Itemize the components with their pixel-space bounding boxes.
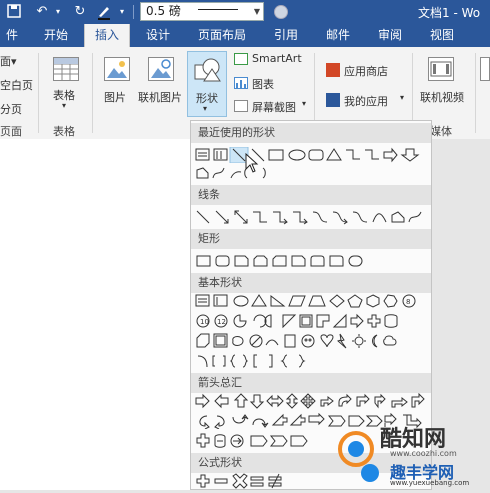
- ribbon-tabs: 件 开始 插入 设计 页面布局 引用 邮件 审阅 视图: [0, 24, 490, 48]
- tables-group-label: 表格: [53, 125, 75, 138]
- my-apps-icon: [326, 93, 340, 107]
- chevron-down-icon[interactable]: ▾: [62, 101, 66, 110]
- section-recent-shapes: 最近使用的形状: [191, 123, 431, 143]
- line-weight-select[interactable]: 0.5 磅 ▼: [140, 2, 264, 21]
- svg-text:10: 10: [200, 318, 209, 326]
- tab-view[interactable]: 视图: [422, 24, 462, 47]
- media-group-label: 媒体: [430, 125, 452, 138]
- chart-button[interactable]: 图表: [252, 76, 274, 92]
- blank-page-button[interactable]: 空白页: [0, 77, 33, 93]
- screenshot-icon: [234, 100, 248, 112]
- section-rectangles: 矩形: [191, 229, 431, 249]
- chevron-down-icon: ▼: [253, 7, 260, 16]
- toolbar-separator: [133, 5, 134, 19]
- my-apps-button[interactable]: 我的应用: [344, 93, 388, 109]
- tab-file[interactable]: 件: [0, 24, 24, 47]
- rectangles-row[interactable]: [195, 253, 395, 269]
- tab-design[interactable]: 设计: [138, 24, 178, 47]
- title-bar: ↶ ▾ ↻ ▾ 0.5 磅 ▼ 文档1 - Wo: [0, 0, 490, 24]
- section-lines: 线条: [191, 185, 431, 205]
- shapes-icon: [194, 58, 221, 82]
- tab-home[interactable]: 开始: [38, 24, 74, 47]
- smartart-icon: [234, 53, 248, 65]
- table-icon: [53, 57, 79, 81]
- basic-shapes-row[interactable]: 8: [195, 293, 427, 309]
- save-icon[interactable]: [6, 4, 22, 20]
- watermark-url: www.coozhi.com: [390, 449, 457, 458]
- cover-page-button[interactable]: 面▾: [0, 53, 17, 69]
- pages-group-label: 页面: [0, 125, 22, 138]
- online-picture-button[interactable]: 联机图片: [138, 89, 182, 105]
- basic-shapes-row[interactable]: [195, 333, 427, 349]
- store-button[interactable]: 应用商店: [344, 63, 388, 79]
- block-arrows-row[interactable]: [195, 393, 427, 409]
- online-picture-icon: [148, 57, 174, 81]
- tab-layout[interactable]: 页面布局: [192, 24, 252, 47]
- mouse-cursor-icon: [245, 153, 259, 173]
- screenshot-button[interactable]: 屏幕截图: [252, 99, 296, 115]
- basic-shapes-row[interactable]: [195, 353, 395, 369]
- page-break-button[interactable]: 分页: [0, 101, 22, 117]
- circle-icon[interactable]: [274, 5, 288, 19]
- section-block-arrows: 箭头总汇: [191, 373, 431, 393]
- undo-dropdown-icon[interactable]: ▾: [50, 4, 66, 20]
- chevron-down-icon: ▾: [203, 104, 208, 113]
- video-icon: [428, 57, 454, 81]
- pen-dropdown-icon[interactable]: ▾: [114, 4, 130, 20]
- lines-row[interactable]: [195, 209, 427, 225]
- svg-text:8: 8: [406, 298, 410, 306]
- pen-color-icon[interactable]: [96, 4, 112, 20]
- picture-icon: [104, 57, 130, 81]
- tab-references[interactable]: 引用: [266, 24, 306, 47]
- link-icon: [480, 57, 490, 81]
- tab-mailings[interactable]: 邮件: [318, 24, 358, 47]
- group-divider: [38, 53, 39, 133]
- chart-icon: [234, 77, 248, 89]
- watermark-sub-url: www.yuexuebang.com: [390, 479, 470, 487]
- online-video-button[interactable]: 联机视频: [420, 89, 464, 105]
- shapes-button[interactable]: 形状 ▾: [187, 51, 227, 117]
- svg-text:12: 12: [217, 318, 226, 326]
- basic-shapes-row[interactable]: 10 12: [195, 313, 427, 329]
- tab-insert[interactable]: 插入: [84, 24, 130, 48]
- line-weight-value: 0.5 磅: [146, 4, 181, 18]
- redo-icon[interactable]: ↻: [72, 4, 88, 20]
- document-page[interactable]: [0, 139, 190, 490]
- picture-button[interactable]: 图片: [104, 89, 126, 105]
- window-title: 文档1 - Wo: [418, 6, 481, 20]
- smartart-button[interactable]: SmartArt: [252, 52, 302, 65]
- group-divider: [475, 53, 476, 133]
- line-swatch: [198, 9, 238, 10]
- chevron-down-icon[interactable]: ▾: [302, 99, 306, 108]
- undo-icon[interactable]: ↶: [34, 4, 50, 20]
- section-basic-shapes: 基本形状: [191, 273, 431, 293]
- group-divider: [92, 53, 93, 133]
- tab-review[interactable]: 审阅: [370, 24, 410, 47]
- chevron-down-icon[interactable]: ▾: [400, 93, 404, 102]
- watermark: 酷知网 www.coozhi.com 趣丰学网 www.yuexuebang.c…: [330, 415, 490, 490]
- store-icon: [326, 63, 340, 77]
- recent-shapes-row[interactable]: [195, 147, 427, 163]
